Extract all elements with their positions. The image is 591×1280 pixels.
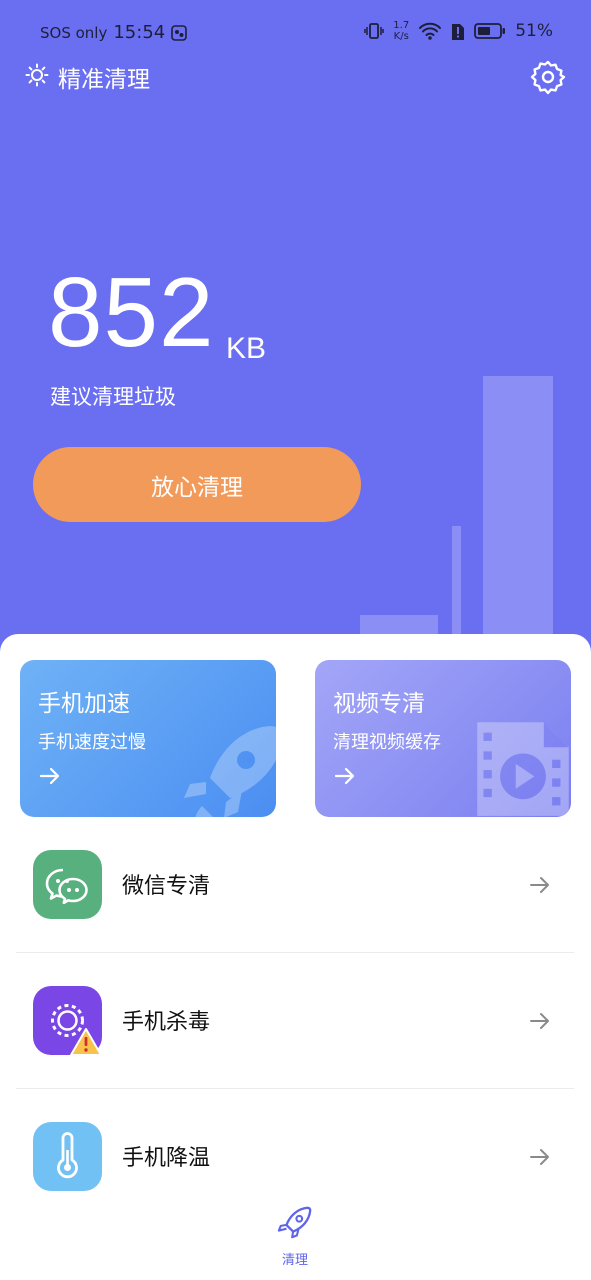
arrow-right-icon [530,1013,549,1029]
card-phone-boost[interactable]: 手机加速 手机速度过慢 [20,660,276,817]
arrow-right-icon [39,767,60,785]
net-speed-value: 1.7 [393,20,410,31]
virus-icon-tile [33,986,102,1056]
card-title: 视频专清 [333,691,425,717]
decor-bar-large [483,376,553,660]
arrow-right-icon [334,767,355,785]
battery-percent: 51% [515,21,553,41]
wifi-icon [419,22,442,40]
wechat-icon [45,868,88,905]
list-item-antivirus[interactable]: 手机杀毒 [16,952,574,1088]
sim-alert-icon [452,24,465,40]
wechat-icon-tile [33,850,102,919]
card-title: 手机加速 [38,691,130,717]
warning-badge-icon [70,1028,102,1056]
sun-icon [25,63,49,87]
thermometer-icon [57,1132,78,1179]
clock: 15:54 [113,22,166,43]
junk-size-value: 852 [48,257,215,367]
app-title: 精准清理 [58,67,150,93]
rocket-icon [277,1206,312,1239]
notification-icon [171,24,188,41]
list-item-label: 微信专清 [122,874,211,899]
arrow-right-icon [530,1149,549,1165]
net-speed: 1.7 K/s [393,20,409,42]
status-bar: SOS only 15:54 1.7 K/s 51% [0,0,591,66]
status-left: SOS only 15:54 [40,22,188,43]
video-file-icon [477,722,569,816]
battery-icon [474,23,506,39]
bottom-nav-label: 清理 [281,1253,308,1268]
rocket-icon [184,726,276,817]
feature-sheet: 手机加速 手机速度过慢 视频专清 清理视频缓存 微信专清 手机杀毒 手机降温 [0,634,591,1280]
card-subtitle: 手机速度过慢 [38,732,146,753]
list-item-label: 手机杀毒 [122,1010,211,1035]
clean-button[interactable]: 放心清理 [33,447,361,522]
hero-panel: SOS only 15:54 1.7 K/s 51% 精准清理 852 KB 建… [0,0,591,660]
junk-size-unit: KB [226,332,267,365]
junk-caption: 建议清理垃圾 [50,385,176,409]
arrow-right-icon [530,877,549,893]
temp-icon-tile [33,1122,102,1191]
app-bar: 精准清理 [0,58,591,98]
list-item-label: 手机降温 [122,1146,211,1171]
net-speed-unit: K/s [393,31,409,42]
vibrate-icon [364,23,385,39]
status-right: 1.7 K/s 51% [364,20,553,42]
card-subtitle: 清理视频缓存 [333,732,441,753]
gear-icon[interactable] [530,59,566,95]
card-video-clean[interactable]: 视频专清 清理视频缓存 [315,660,571,817]
carrier-text: SOS only [40,23,108,42]
bottom-nav-clean-tab[interactable]: 清理 [265,1203,325,1273]
list-item-wechat-clean[interactable]: 微信专清 [16,816,574,952]
